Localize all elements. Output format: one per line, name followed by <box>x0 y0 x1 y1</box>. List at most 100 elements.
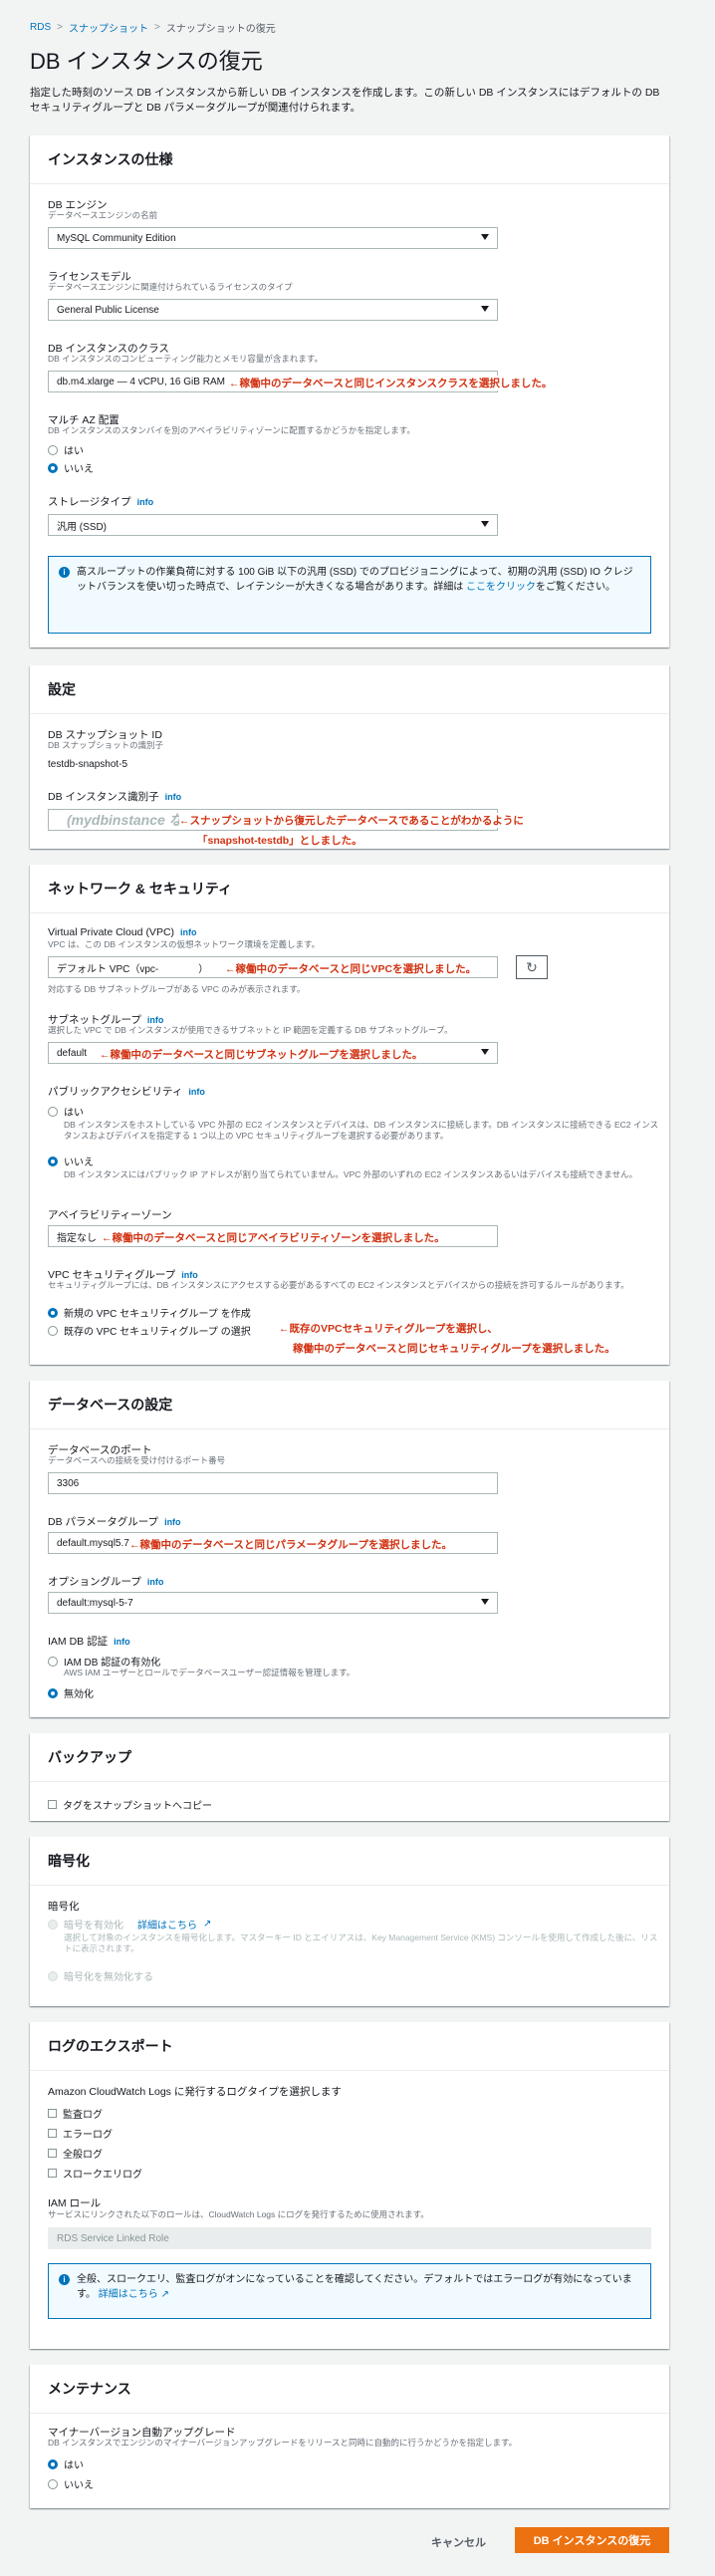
log-error-checkbox[interactable]: エラーログ <box>48 2126 113 2141</box>
storage-select[interactable]: 汎用 (SSD) <box>48 514 498 536</box>
engine-desc: データベースエンジンの名前 <box>48 210 158 220</box>
logs-learn-more-link[interactable]: 詳細はこちら <box>99 2289 158 2300</box>
snapshot-id-desc: DB スナップショットの識別子 <box>48 740 164 750</box>
panel-heading: データベースの設定 <box>48 1397 173 1413</box>
param-label: DB パラメータグループ info <box>48 1516 181 1528</box>
multiaz-no-radio[interactable]: いいえ <box>48 460 94 475</box>
panel-heading: ログのエクスポート <box>48 2038 173 2054</box>
info-link[interactable]: info <box>147 1577 164 1587</box>
public-no-desc: DB インスタンスにはパブリック IP アドレスが割り当てられていません。VPC… <box>64 1169 638 1179</box>
param-annotation: ←稼働中のデータベースと同じパラメータグループを選択しました。 <box>129 1537 453 1552</box>
database-panel: データベースの設定 データベースのポート データベースへの接続を受け付けるポート… <box>30 1381 669 1717</box>
caret-down-icon <box>481 1599 489 1605</box>
refresh-icon[interactable]: ↻ <box>516 955 548 979</box>
storage-alert: i 高スループットの作業負荷に対する 100 GiB 以下の汎用 (SSD) で… <box>48 556 651 634</box>
encryption-panel: 暗号化 暗号化 暗号を有効化 詳細はこちら ↗ 選択して対象のインスタンスを暗号化し… <box>30 1837 669 2006</box>
class-annotation: ←稼働中のデータベースと同じインスタンスクラスを選択しました。 <box>229 376 553 390</box>
class-desc: DB インスタンスのコンピューティング能力とメモリ容量が含まれます。 <box>48 354 323 364</box>
multiaz-yes-radio[interactable]: はい <box>48 442 84 457</box>
vpc-desc: VPC は、この DB インスタンスの仮想ネットワーク環境を定義します。 <box>48 939 321 949</box>
public-yes-radio[interactable]: はい <box>48 1104 84 1119</box>
logs-alert: i 全般、スロークエリ、監査ログがオンになっていることを確認してください。デフォ… <box>48 2263 651 2319</box>
snapshot-id-value: testdb-snapshot-5 <box>48 759 128 770</box>
public-label: パブリックアクセシビリティ info <box>48 1086 205 1098</box>
external-link-icon: ↗ <box>203 1919 212 1930</box>
public-yes-desc: DB インスタンスをホストしている VPC 外部の EC2 インスタンスとデバイ… <box>64 1120 659 1141</box>
info-link[interactable]: info <box>147 1015 164 1025</box>
panel-heading: バックアップ <box>48 1749 131 1765</box>
iam-enable-desc: AWS IAM ユーザーとロールでデータベースユーザー認証情報を管理します。 <box>64 1668 356 1677</box>
identifier-label: DB インスタンス識別子 info <box>48 791 182 803</box>
external-link-icon: ↗ <box>160 2289 169 2300</box>
logs-desc: Amazon CloudWatch Logs に発行するログタイプを選択します <box>48 2086 342 2098</box>
alert-link[interactable]: ここをクリック <box>466 582 536 593</box>
copy-tags-checkbox[interactable]: タグをスナップショットへコピー <box>48 1797 212 1812</box>
sg-annotation-1: ←既存のVPCセキュリティグループを選択し、 <box>279 1323 498 1335</box>
network-panel: ネットワーク & セキュリティ Virtual Private Cloud (V… <box>30 865 669 1365</box>
subnet-desc: 選択した VPC で DB インスタンスが使用できるサブネットと IP 範囲を定… <box>48 1025 453 1035</box>
minor-no-radio[interactable]: いいえ <box>48 2476 94 2491</box>
restore-db-instance-button[interactable]: DB インスタンスの復元 <box>515 2527 669 2553</box>
port-desc: データベースへの接続を受け付けるポート番号 <box>48 1455 226 1465</box>
info-link[interactable]: info <box>114 1637 130 1647</box>
info-link[interactable]: info <box>137 497 154 507</box>
breadcrumb-rds[interactable]: RDS <box>30 22 51 33</box>
az-annotation: ←稼働中のデータベースと同じアベイラビリティゾーンを選択しました。 <box>102 1230 445 1245</box>
engine-select[interactable]: MySQL Community Edition <box>48 227 498 249</box>
iam-label: IAM DB 認証 info <box>48 1636 130 1648</box>
breadcrumb-snapshots[interactable]: スナップショット <box>69 20 148 35</box>
caret-down-icon <box>481 306 489 312</box>
breadcrumb-current: スナップショットの復元 <box>165 24 276 35</box>
identifier-annotation-2: 「snapshot-testdb」としました。 <box>197 835 362 847</box>
encryption-label: 暗号化 <box>48 1901 80 1913</box>
vpc-annotation: ←稼働中のデータベースと同じVPCを選択しました。 <box>225 961 477 976</box>
caret-down-icon <box>481 234 489 240</box>
encryption-disable-radio[interactable]: 暗号化を無効化する <box>48 1968 153 1983</box>
log-export-panel: ログのエクスポート Amazon CloudWatch Logs に発行するログ… <box>30 2022 669 2349</box>
info-link[interactable]: info <box>188 1087 205 1097</box>
page-title: DB インスタンスの復元 <box>30 49 263 74</box>
panel-heading: インスタンスの仕様 <box>48 151 173 167</box>
license-select[interactable]: General Public License <box>48 299 498 321</box>
storage-label: ストレージタイプ info <box>48 496 154 508</box>
instance-spec-panel: インスタンスの仕様 DB エンジン データベースエンジンの名前 MySQL Co… <box>30 135 669 647</box>
encryption-learn-more-link[interactable]: 詳細はこちら <box>137 1917 197 1932</box>
panel-heading: 暗号化 <box>48 1853 90 1869</box>
caret-down-icon <box>481 521 489 527</box>
vpc-label: Virtual Private Cloud (VPC) info <box>48 926 197 938</box>
info-link[interactable]: info <box>164 1517 181 1527</box>
log-slowquery-checkbox[interactable]: スロークエリログ <box>48 2166 142 2181</box>
sg-annotation-2: 稼働中のデータベースと同じセキュリティグループを選択しました。 <box>293 1343 615 1355</box>
sg-existing-radio[interactable]: 既存の VPC セキュリティグループ の選択 <box>48 1323 251 1338</box>
iam-role-field: RDS Service Linked Role <box>48 2227 651 2249</box>
cancel-button[interactable]: キャンセル <box>431 2534 486 2550</box>
chevron-right-icon: > <box>153 22 160 33</box>
maintenance-panel: メンテナンス マイナーバージョン自動アップグレード DB インスタンスでエンジン… <box>30 2365 669 2508</box>
info-link[interactable]: info <box>165 792 182 802</box>
minor-yes-radio[interactable]: はい <box>48 2456 84 2471</box>
option-group-select[interactable]: default:mysql-5-7 <box>48 1592 498 1614</box>
panel-heading: 設定 <box>48 681 76 697</box>
caret-down-icon <box>481 1049 489 1055</box>
license-desc: データベースエンジンに関連付けられているライセンスのタイプ <box>48 282 293 292</box>
public-no-radio[interactable]: いいえ <box>48 1154 94 1168</box>
iam-enable-radio[interactable]: IAM DB 認証の有効化 <box>48 1654 160 1669</box>
log-general-checkbox[interactable]: 全般ログ <box>48 2146 103 2161</box>
sg-desc: セキュリティグループには、DB インスタンスにアクセスする必要があるすべての E… <box>48 1280 629 1290</box>
panel-heading: ネットワーク & セキュリティ <box>48 881 233 897</box>
breadcrumb: RDS > スナップショット > スナップショットの復元 <box>30 20 276 35</box>
info-link[interactable]: info <box>181 1270 198 1280</box>
encryption-enable-radio[interactable]: 暗号を有効化 詳細はこちら ↗ <box>48 1917 211 1932</box>
iam-role-label: IAM ロール <box>48 2197 102 2209</box>
iam-disable-radio[interactable]: 無効化 <box>48 1685 94 1700</box>
page-intro: 指定した時刻のソース DB インスタンスから新しい DB インスタンスを作成しま… <box>30 87 660 114</box>
subnet-annotation: ←稼働中のデータベースと同じサブネットグループを選択しました。 <box>100 1047 423 1062</box>
port-input[interactable]: 3306 <box>48 1472 498 1494</box>
az-label: アベイラビリティーゾーン <box>48 1209 172 1221</box>
info-link[interactable]: info <box>180 927 197 937</box>
sg-new-radio[interactable]: 新規の VPC セキュリティグループ を作成 <box>48 1305 251 1320</box>
option-label: オプショングループ info <box>48 1576 164 1588</box>
iam-role-desc: サービスにリンクされた以下のロールは、CloudWatch Logs にログを発… <box>48 2209 429 2219</box>
log-audit-checkbox[interactable]: 監査ログ <box>48 2106 103 2121</box>
info-circle-icon: i <box>59 567 70 578</box>
